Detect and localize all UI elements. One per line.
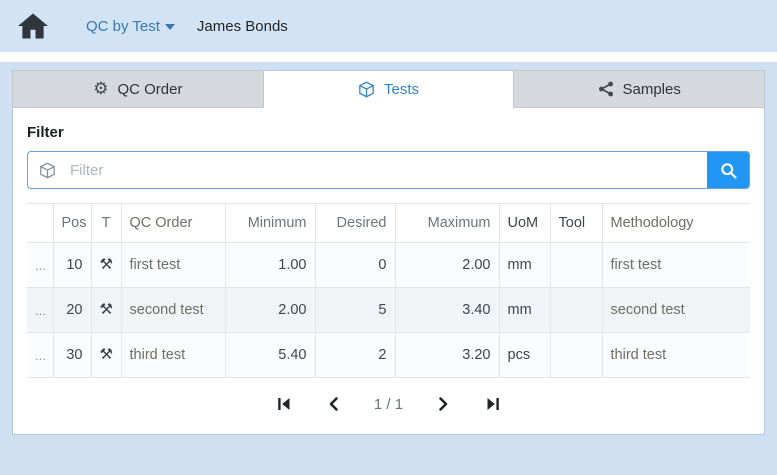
cell-tool <box>550 243 602 288</box>
tab-qc-order-label: QC Order <box>117 81 182 98</box>
first-page-icon <box>276 396 292 412</box>
content-area: ⚙ QC Order Tests Samples <box>0 62 777 475</box>
tab-samples-label: Samples <box>623 81 681 98</box>
row-more-button[interactable]: ... <box>27 243 53 288</box>
cell-minimum: 5.40 <box>225 333 315 378</box>
chevron-right-icon <box>435 396 451 412</box>
tab-bar: ⚙ QC Order Tests Samples <box>12 70 765 108</box>
cell-uom: mm <box>499 243 550 288</box>
search-icon <box>720 162 737 179</box>
last-page-button[interactable] <box>483 394 503 414</box>
filter-title: Filter <box>27 124 750 141</box>
chevron-left-icon <box>326 396 342 412</box>
tab-qc-order[interactable]: ⚙ QC Order <box>12 70 264 108</box>
filter-input-group <box>27 151 750 189</box>
cell-methodology: first test <box>602 243 750 288</box>
next-page-button[interactable] <box>433 394 453 414</box>
col-header-tool: Tool <box>550 204 602 243</box>
col-header-maximum: Maximum <box>395 204 499 243</box>
last-page-icon <box>485 396 501 412</box>
col-header-pos: Pos <box>53 204 91 243</box>
first-page-button[interactable] <box>274 394 294 414</box>
brand-label: QC by Test <box>86 18 160 35</box>
cell-uom: pcs <box>499 333 550 378</box>
user-name: James Bonds <box>197 18 288 35</box>
cell-pos: 30 <box>53 333 91 378</box>
tab-tests-label: Tests <box>384 81 419 98</box>
cell-tool <box>550 288 602 333</box>
cell-maximum: 3.20 <box>395 333 499 378</box>
cell-uom: mm <box>499 288 550 333</box>
cell-desired: 5 <box>315 288 395 333</box>
col-header-qc-order: QC Order <box>121 204 225 243</box>
cell-maximum: 2.00 <box>395 243 499 288</box>
share-nodes-icon <box>598 81 614 97</box>
top-navbar: QC by Test James Bonds <box>0 0 777 52</box>
col-header-desired: Desired <box>315 204 395 243</box>
table-row: ... 20 ⚒ second test 2.00 5 3.40 mm seco… <box>27 288 750 333</box>
col-header-more <box>27 204 53 243</box>
caret-down-icon <box>165 24 175 30</box>
cell-desired: 0 <box>315 243 395 288</box>
tests-table: Pos T QC Order Minimum Desired Maximum U… <box>27 203 750 378</box>
col-header-minimum: Minimum <box>225 204 315 243</box>
cell-minimum: 1.00 <box>225 243 315 288</box>
cell-qc-order: third test <box>121 333 225 378</box>
col-header-t: T <box>91 204 121 243</box>
brand-menu[interactable]: QC by Test <box>86 18 175 35</box>
tools-icon: ⚒ <box>91 288 121 333</box>
home-icon <box>18 13 48 39</box>
cell-pos: 10 <box>53 243 91 288</box>
cell-maximum: 3.40 <box>395 288 499 333</box>
cube-icon <box>28 152 66 188</box>
pagination: 1 / 1 <box>27 394 750 414</box>
gears-icon: ⚙ <box>93 81 108 98</box>
cell-tool <box>550 333 602 378</box>
cell-qc-order: second test <box>121 288 225 333</box>
cell-methodology: second test <box>602 288 750 333</box>
filter-input[interactable] <box>66 152 707 188</box>
row-more-button[interactable]: ... <box>27 333 53 378</box>
cell-qc-order: first test <box>121 243 225 288</box>
tools-icon: ⚒ <box>91 333 121 378</box>
cell-minimum: 2.00 <box>225 288 315 333</box>
table-row: ... 30 ⚒ third test 5.40 2 3.20 pcs thir… <box>27 333 750 378</box>
navbar-separator <box>0 52 777 62</box>
cell-pos: 20 <box>53 288 91 333</box>
search-button[interactable] <box>707 152 749 188</box>
previous-page-button[interactable] <box>324 394 344 414</box>
tab-samples[interactable]: Samples <box>513 70 765 108</box>
cell-methodology: third test <box>602 333 750 378</box>
cube-icon <box>358 81 375 98</box>
row-more-button[interactable]: ... <box>27 288 53 333</box>
col-header-methodology: Methodology <box>602 204 750 243</box>
tools-icon: ⚒ <box>91 243 121 288</box>
table-header-row: Pos T QC Order Minimum Desired Maximum U… <box>27 204 750 243</box>
col-header-uom: UoM <box>499 204 550 243</box>
tab-tests[interactable]: Tests <box>263 70 515 108</box>
home-button[interactable] <box>18 13 48 39</box>
table-row: ... 10 ⚒ first test 1.00 0 2.00 mm first… <box>27 243 750 288</box>
cell-desired: 2 <box>315 333 395 378</box>
tests-panel: Filter <box>12 107 765 435</box>
page-indicator: 1 / 1 <box>374 396 403 413</box>
